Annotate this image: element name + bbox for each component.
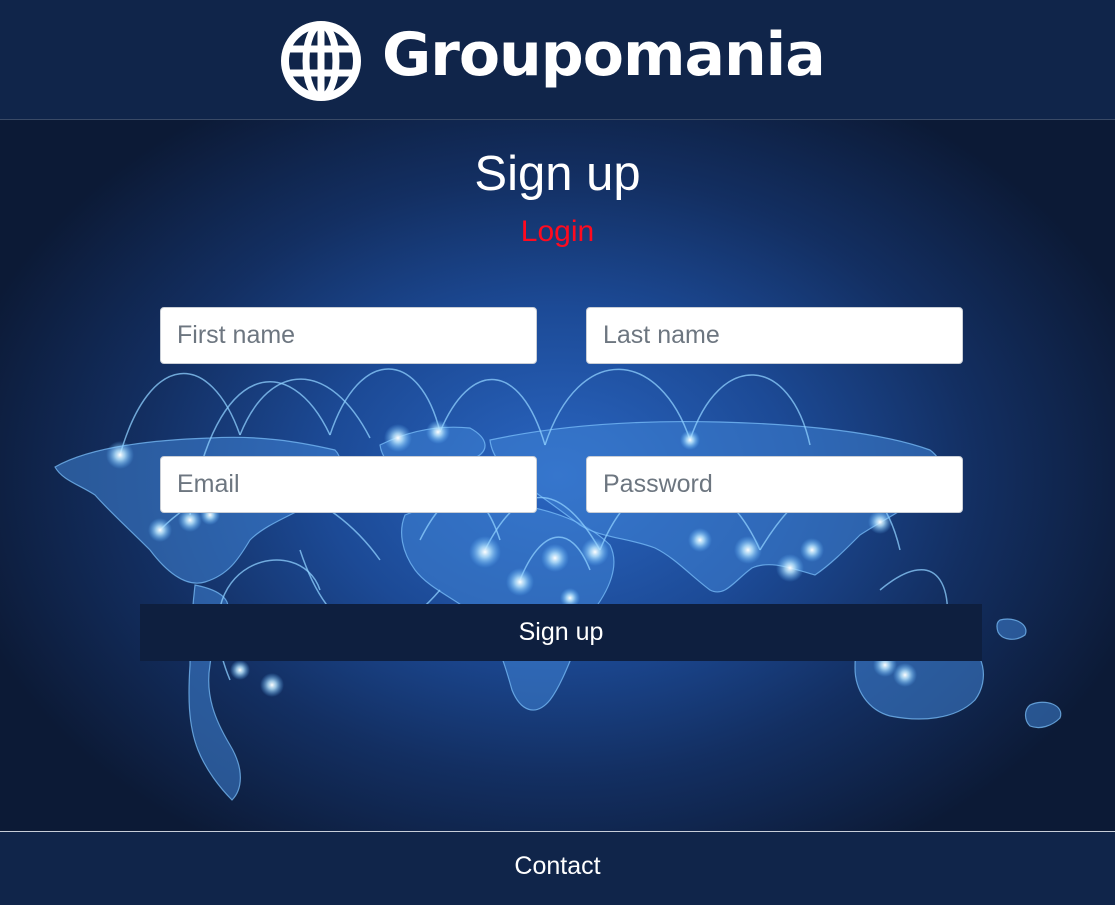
- signup-page: Groupomania Sign up Login First name Las…: [0, 0, 1115, 905]
- last-name-input[interactable]: [586, 307, 963, 364]
- signup-main: Sign up Login Sign up: [0, 120, 1115, 831]
- password-input[interactable]: [586, 456, 963, 513]
- email-input[interactable]: [160, 456, 537, 513]
- page-title: Sign up: [474, 147, 641, 201]
- globe-icon: [281, 21, 361, 101]
- sign-up-button[interactable]: Sign up: [140, 604, 982, 661]
- first-name-input[interactable]: [160, 307, 537, 364]
- contact-link[interactable]: Contact: [0, 851, 1115, 881]
- login-link[interactable]: Login: [0, 214, 1115, 250]
- brand-logo[interactable]: Groupomania: [280, 19, 826, 103]
- site-header: Groupomania: [0, 0, 1115, 120]
- site-footer: Contact: [0, 831, 1115, 905]
- brand-name: Groupomania: [382, 20, 826, 90]
